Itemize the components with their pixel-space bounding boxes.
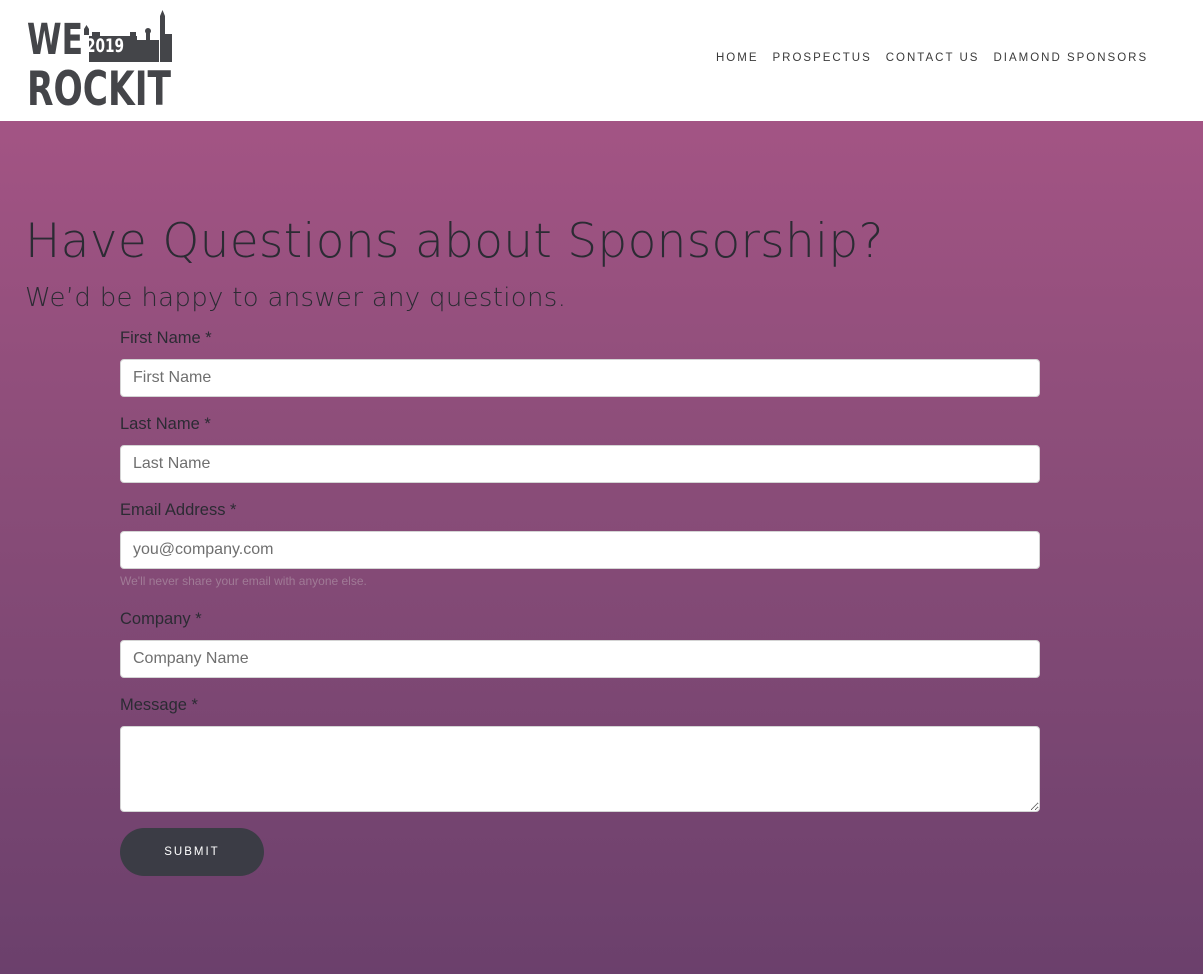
logo-year: 2019 xyxy=(86,35,124,57)
message-textarea[interactable] xyxy=(120,726,1040,812)
email-label: Email Address * xyxy=(120,501,237,519)
main-nav: HOME PROSPECTUS CONTACT US DIAMOND SPONS… xyxy=(716,51,1162,65)
logo-line2: ROCKIT xyxy=(27,62,171,106)
company-input[interactable] xyxy=(120,640,1040,678)
submit-button[interactable]: SUBMIT xyxy=(120,828,264,876)
werockit-logo[interactable]: WE 2019 ROCKIT xyxy=(26,10,172,106)
contact-section: Have Questions about Sponsorship? We’d b… xyxy=(0,121,1203,974)
company-label: Company * xyxy=(120,610,202,628)
last-name-label: Last Name * xyxy=(120,415,211,433)
first-name-label: First Name * xyxy=(120,329,212,347)
email-input[interactable] xyxy=(120,531,1040,569)
site-header: WE 2019 ROCKIT HOME PROSPECTUS CONTACT U… xyxy=(0,0,1203,121)
nav-item-prospectus[interactable]: PROSPECTUS xyxy=(773,52,872,64)
email-help-text: We'll never share your email with anyone… xyxy=(120,574,367,588)
page-subtitle: We’d be happy to answer any questions. xyxy=(25,283,567,313)
last-name-input[interactable] xyxy=(120,445,1040,483)
message-label: Message * xyxy=(120,696,198,714)
logo-line1: WE xyxy=(27,15,83,65)
nav-item-contact-us[interactable]: CONTACT US xyxy=(886,52,980,64)
nav-item-diamond-sponsors[interactable]: DIAMOND SPONSORS xyxy=(993,52,1148,64)
nav-item-home[interactable]: HOME xyxy=(716,52,759,64)
first-name-input[interactable] xyxy=(120,359,1040,397)
page-title: Have Questions about Sponsorship? xyxy=(25,214,884,269)
